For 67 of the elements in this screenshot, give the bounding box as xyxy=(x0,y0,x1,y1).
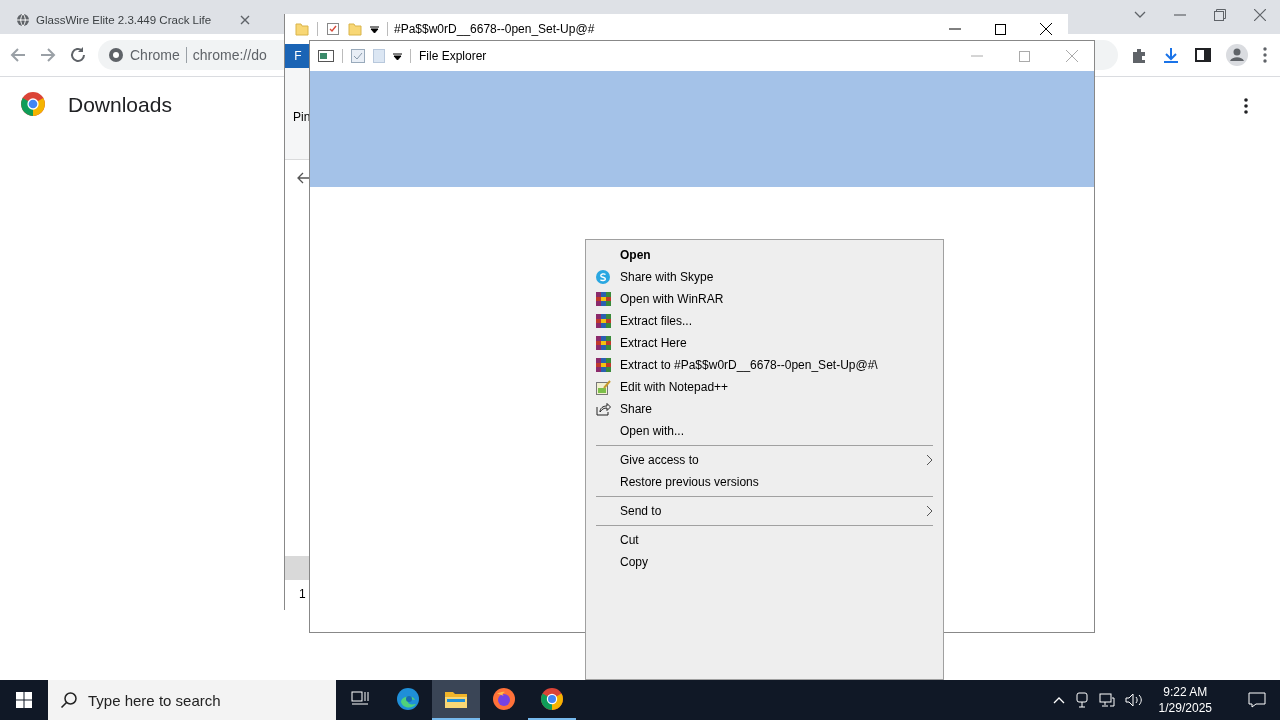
search-field[interactable]: Type here to search xyxy=(48,680,336,720)
menu-item[interactable]: Cut xyxy=(596,529,933,551)
dropdown-icon[interactable] xyxy=(370,24,379,34)
menu-item[interactable]: Extract files... xyxy=(596,310,933,332)
firefox-icon[interactable] xyxy=(492,687,516,711)
menu-item[interactable]: Extract Here xyxy=(596,332,933,354)
site-label: Chrome xyxy=(130,47,180,63)
menu-item[interactable]: Open with WinRAR xyxy=(596,288,933,310)
clock-time[interactable]: 9:22 AM xyxy=(1163,684,1208,700)
menu-item[interactable]: Open xyxy=(596,244,933,266)
network-icon[interactable] xyxy=(1098,692,1115,708)
taskbar-app[interactable] xyxy=(432,680,480,720)
restore-icon[interactable] xyxy=(1214,9,1226,21)
menu-item[interactable]: Send to xyxy=(596,500,933,522)
edge-icon[interactable] xyxy=(396,687,420,711)
menu-item[interactable]: Open with... xyxy=(596,420,933,442)
globe-icon xyxy=(16,13,30,27)
browser-tab[interactable]: GlassWire Elite 2.3.449 Crack Life xyxy=(8,6,258,34)
menu-item[interactable]: Share with Skype xyxy=(596,266,933,288)
chevron-right-icon xyxy=(926,454,933,466)
books-icon xyxy=(596,314,611,328)
task-view-icon[interactable] xyxy=(351,691,369,707)
menu-icon[interactable] xyxy=(1262,46,1268,64)
clock-date[interactable]: 1/29/2025 xyxy=(1158,700,1212,716)
notepad-icon xyxy=(596,379,611,395)
url-text: chrome://do xyxy=(192,47,267,63)
search-icon xyxy=(60,691,78,709)
chrome-icon xyxy=(108,47,124,63)
menu-item[interactable]: Give access to xyxy=(596,449,933,471)
chrome-logo-icon xyxy=(20,91,46,117)
menu-item[interactable]: Edit with Notepad++ xyxy=(596,376,933,398)
chevron-right-icon xyxy=(926,505,933,517)
checklist-icon[interactable] xyxy=(326,22,340,36)
speaker-icon[interactable] xyxy=(1124,692,1143,708)
download-icon[interactable] xyxy=(1162,46,1180,64)
books-icon xyxy=(596,292,611,306)
close-icon[interactable] xyxy=(1040,23,1052,35)
window-icon[interactable] xyxy=(318,50,334,62)
menu-item[interactable]: Share xyxy=(596,398,933,420)
menu-item[interactable]: Restore previous versions xyxy=(596,471,933,493)
puzzle-icon[interactable] xyxy=(1130,46,1148,64)
chevron-down-icon[interactable] xyxy=(1134,11,1146,19)
page-title: Downloads xyxy=(68,93,172,117)
share-icon xyxy=(596,402,611,416)
notification-icon[interactable] xyxy=(1248,692,1266,708)
skype-icon xyxy=(596,270,610,284)
books-icon xyxy=(596,358,611,372)
checkbox-icon[interactable] xyxy=(351,49,365,63)
folder-icon[interactable] xyxy=(444,689,468,709)
windows-icon xyxy=(16,692,32,708)
back-arrow-icon[interactable] xyxy=(297,172,311,184)
menu-item[interactable]: Copy xyxy=(596,551,933,573)
chevron-up-icon[interactable] xyxy=(1052,696,1065,704)
item-count: 1 xyxy=(299,587,306,601)
webcam-icon[interactable] xyxy=(1074,692,1089,708)
dropdown-icon[interactable] xyxy=(393,51,402,61)
ribbon-tab[interactable]: F xyxy=(285,44,311,68)
reload-icon[interactable] xyxy=(68,45,88,65)
window-title: #Pa$$w0rD__6678--0pen_Set-Up@# xyxy=(394,22,595,36)
chrome-icon xyxy=(540,687,564,711)
menu-item[interactable]: Extract to #Pa$$w0rD__6678--0pen_Set-Up@#\ xyxy=(596,354,933,376)
window-title: File Explorer xyxy=(419,49,487,63)
side-panel-icon[interactable] xyxy=(1194,46,1212,64)
more-icon[interactable] xyxy=(1243,97,1249,115)
books-icon xyxy=(596,336,611,350)
maximize-icon[interactable] xyxy=(995,23,1006,35)
profile-icon[interactable] xyxy=(1226,44,1248,66)
